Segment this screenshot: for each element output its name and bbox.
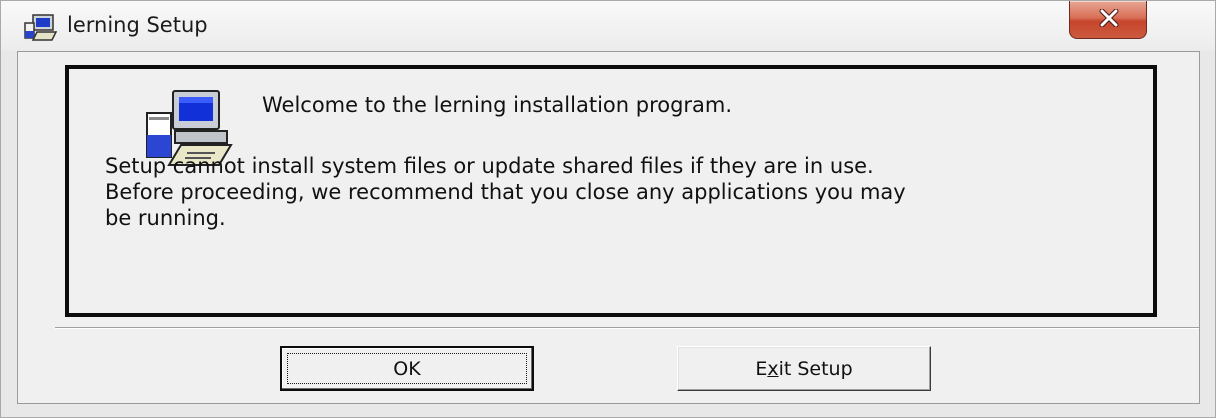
exit-label-start: E <box>755 357 768 380</box>
exit-label-end: it Setup <box>778 357 853 380</box>
exit-label-mnemonic: x <box>767 357 779 380</box>
setup-computer-icon <box>23 13 59 43</box>
dialog-client-area: Welcome to the lerning installation prog… <box>17 51 1200 404</box>
window-title: lerning Setup <box>67 13 208 37</box>
welcome-message: Welcome to the lerning installation prog… <box>262 93 733 117</box>
setup-warning-text: Setup cannot install system files or upd… <box>105 153 1125 231</box>
exit-setup-label: Exit Setup <box>755 358 852 380</box>
title-bar[interactable]: lerning Setup <box>1 1 1215 51</box>
ok-button-label: OK <box>393 357 421 380</box>
exit-setup-button[interactable]: Exit Setup <box>677 346 931 391</box>
warning-line: be running. <box>105 206 226 230</box>
separator <box>55 327 1199 329</box>
warning-line: Setup cannot install system files or upd… <box>105 154 874 178</box>
close-button[interactable] <box>1069 1 1147 39</box>
close-x-icon <box>1099 9 1119 27</box>
warning-line: Before proceeding, we recommend that you… <box>105 180 906 204</box>
ok-button[interactable]: OK <box>280 346 534 391</box>
message-panel: Welcome to the lerning installation prog… <box>65 65 1157 317</box>
setup-window: lerning Setup Welcome to the lerning ins… <box>0 0 1216 418</box>
